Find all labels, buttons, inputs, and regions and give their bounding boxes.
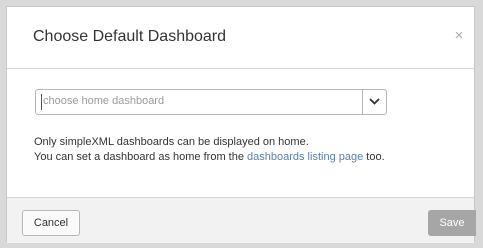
close-icon[interactable]: × [448,25,470,47]
help-line-1: Only simpleXML dashboards can be display… [34,136,309,148]
dialog-title: Choose Default Dashboard [33,28,227,45]
text-cursor [41,94,42,110]
save-button[interactable]: Save [428,210,476,236]
choose-dashboard-dialog: Choose Default Dashboard × choose home d… [6,6,476,243]
dashboards-listing-link[interactable]: dashboards listing page [247,151,363,163]
chevron-down-icon [369,98,380,105]
help-line-2: You can set a dashboard as home from the… [34,150,385,165]
help-line-2-suffix: too. [363,151,385,163]
dashboard-select[interactable]: choose home dashboard [35,89,387,115]
cancel-button[interactable]: Cancel [22,210,80,236]
help-text: Only simpleXML dashboards can be display… [34,135,385,165]
help-line-2-prefix: You can set a dashboard as home from the [34,151,248,163]
dialog-header: Choose Default Dashboard × [7,7,474,69]
select-toggle-button[interactable] [362,90,386,114]
select-placeholder: choose home dashboard [43,95,165,107]
dialog-footer: Cancel Save [7,197,476,243]
